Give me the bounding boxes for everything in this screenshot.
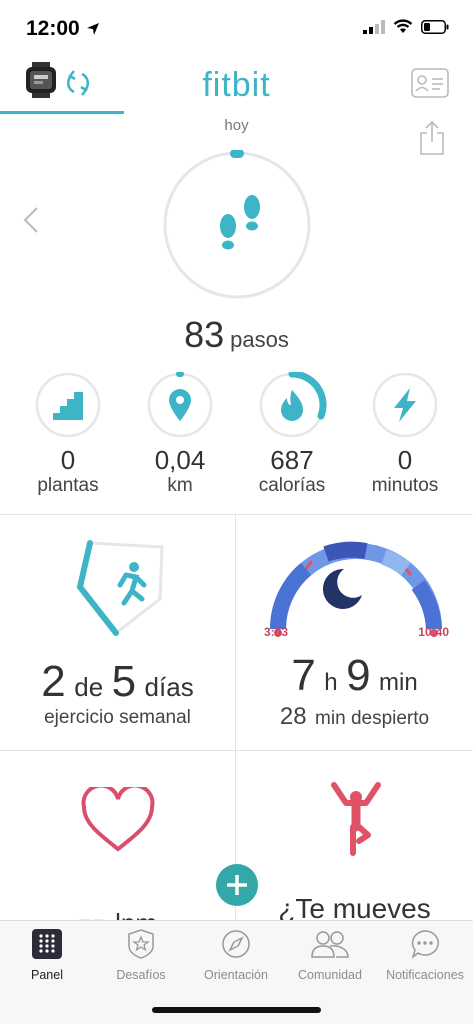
active-minutes-value: 0 bbox=[397, 445, 413, 475]
distance-stat[interactable]: 0,04 km bbox=[125, 372, 235, 498]
previous-day-button[interactable] bbox=[22, 206, 40, 239]
chevron-left-icon bbox=[23, 207, 38, 233]
distance-unit: km bbox=[167, 475, 193, 496]
heart-rate-number: -- bbox=[78, 897, 105, 921]
calories-stat[interactable]: 687 calorías bbox=[237, 372, 347, 498]
calories-unit: calorías bbox=[258, 475, 326, 496]
sleep-hours-unit: h bbox=[324, 669, 338, 696]
calories-ring bbox=[259, 372, 327, 438]
tab-guidance[interactable]: Orientación bbox=[189, 929, 283, 982]
steps-progress-indicator bbox=[230, 150, 244, 158]
sleep-hours: 7 bbox=[291, 651, 316, 700]
cellular-signal-icon bbox=[363, 19, 385, 34]
status-time: 12:00 bbox=[26, 17, 80, 40]
tab-notifications-label: Notificaciones bbox=[386, 968, 464, 982]
steps-unit: pasos bbox=[230, 327, 289, 352]
active-minutes-stat[interactable]: 0 minutos bbox=[350, 372, 460, 498]
tab-guidance-label: Orientación bbox=[204, 968, 268, 982]
distance-ring bbox=[147, 372, 213, 438]
floors-unit: plantas bbox=[37, 475, 99, 496]
running-person-icon bbox=[117, 562, 147, 606]
share-button[interactable] bbox=[419, 120, 445, 161]
hourly-activity-label: ¿Te mueves bbox=[278, 893, 431, 921]
heart-icon bbox=[81, 787, 155, 852]
sleep-minutes: 9 bbox=[346, 651, 371, 700]
sleep-minutes-unit: min bbox=[379, 669, 418, 696]
sleep-tile[interactable]: 3:03 10:40 7 h 9 min 28 min despierto bbox=[236, 515, 473, 751]
home-indicator[interactable] bbox=[152, 1007, 321, 1013]
app-title: fitbit bbox=[202, 66, 271, 104]
tab-panel[interactable]: Panel bbox=[0, 929, 94, 982]
exercise-goal: 5 bbox=[111, 657, 137, 706]
exercise-of: de bbox=[74, 672, 104, 702]
id-card-icon bbox=[411, 68, 449, 98]
steps-summary[interactable]: 83 pasos bbox=[0, 314, 473, 356]
sleep-awake-value: 28 bbox=[279, 703, 307, 730]
dashboard-tiles: 2 de 5 días ejercicio semanal 3:03 10:40… bbox=[0, 514, 473, 921]
hourly-activity-tile[interactable]: ¿Te mueves bbox=[236, 751, 473, 921]
footprints-icon bbox=[220, 195, 260, 250]
heart-rate-tile[interactable]: -- lpm bbox=[0, 751, 236, 921]
tab-challenges[interactable]: Desafíos bbox=[94, 929, 188, 982]
star-badge-icon bbox=[128, 929, 154, 959]
share-icon bbox=[420, 120, 444, 155]
profile-button[interactable] bbox=[411, 68, 449, 103]
exercise-value: 2 de 5 días bbox=[0, 657, 235, 707]
active-minutes-ring bbox=[372, 372, 438, 438]
wifi-icon bbox=[393, 19, 413, 33]
active-minutes-unit: minutos bbox=[371, 475, 439, 496]
exercise-subtitle: ejercicio semanal bbox=[44, 707, 191, 728]
tab-community-label: Comunidad bbox=[298, 968, 362, 982]
location-pin-icon bbox=[169, 389, 191, 421]
sleep-duration: 7 h 9 min bbox=[236, 651, 473, 701]
sleep-awake: 28 min despierto bbox=[236, 703, 473, 731]
moon-icon bbox=[322, 568, 362, 609]
exercise-unit: días bbox=[144, 672, 194, 702]
tab-panel-label: Panel bbox=[31, 968, 63, 982]
grid-icon bbox=[32, 929, 62, 959]
tab-community[interactable]: Comunidad bbox=[283, 929, 377, 982]
calories-value: 687 bbox=[270, 445, 314, 475]
sleep-stages-arc bbox=[269, 541, 442, 637]
exercise-done: 2 bbox=[41, 657, 66, 706]
chat-bubble-icon bbox=[411, 930, 439, 960]
floors-value: 0 bbox=[60, 445, 76, 475]
compass-icon bbox=[222, 930, 250, 958]
distance-progress-indicator bbox=[176, 372, 184, 377]
plus-icon bbox=[227, 875, 247, 895]
steps-count: 83 bbox=[184, 314, 225, 355]
app-header: fitbit bbox=[0, 58, 473, 114]
sleep-end-time: 10:40 bbox=[418, 625, 449, 639]
flame-icon bbox=[281, 390, 303, 421]
floors-ring bbox=[35, 372, 101, 438]
status-bar: 12:00 bbox=[0, 0, 473, 58]
stretching-person-icon bbox=[331, 782, 381, 856]
people-icon bbox=[311, 931, 349, 958]
date-label: hoy bbox=[224, 117, 249, 134]
battery-icon bbox=[421, 19, 449, 34]
tab-notifications[interactable]: Notificaciones bbox=[378, 929, 472, 982]
steps-progress-ring bbox=[163, 150, 311, 299]
tab-challenges-label: Desafíos bbox=[116, 968, 166, 982]
distance-value: 0,04 bbox=[154, 445, 206, 475]
location-arrow-icon bbox=[87, 23, 99, 35]
exercise-pentagon-graphic bbox=[76, 540, 164, 636]
floors-stat[interactable]: 0 plantas bbox=[13, 372, 123, 498]
sleep-awake-label: min despierto bbox=[315, 708, 430, 729]
stairs-icon bbox=[53, 392, 83, 420]
sleep-start-time: 3:03 bbox=[264, 625, 289, 639]
heart-rate-value: -- lpm bbox=[0, 897, 235, 921]
exercise-tile[interactable]: 2 de 5 días ejercicio semanal bbox=[0, 515, 236, 751]
lightning-bolt-icon bbox=[394, 388, 416, 422]
add-button[interactable] bbox=[216, 864, 258, 906]
